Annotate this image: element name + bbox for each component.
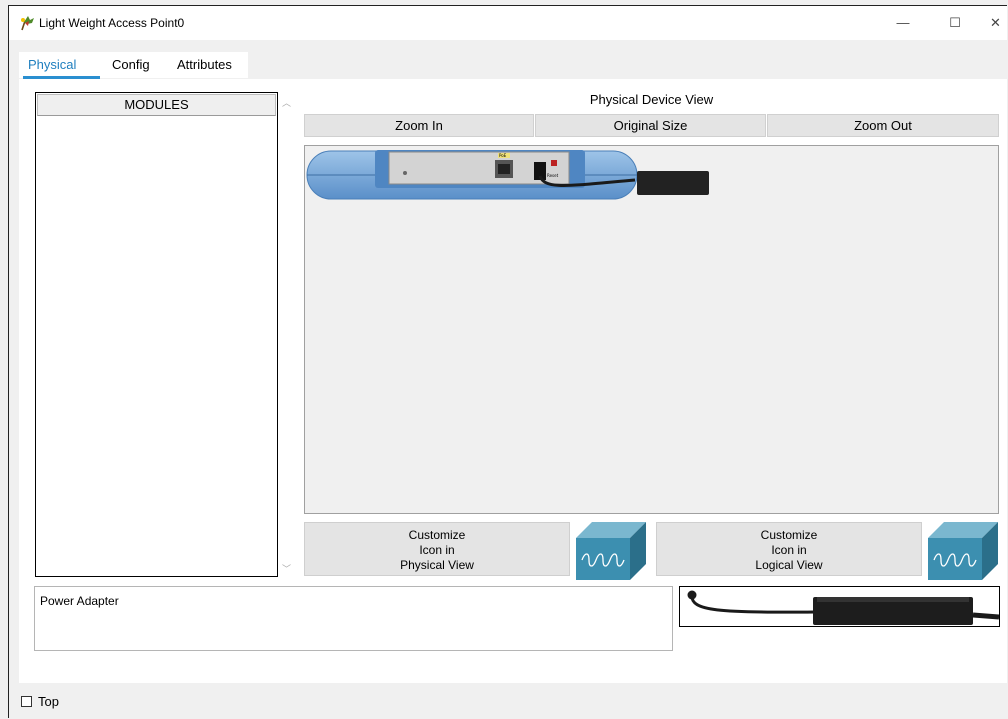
tab-bar: Physical Config Attributes: [19, 52, 248, 79]
window-title: Light Weight Access Point0: [39, 16, 185, 30]
reset-button-label: Reset: [547, 173, 559, 178]
module-description-text: Power Adapter: [40, 594, 119, 608]
physical-device-view-title: Physical Device View: [589, 92, 714, 107]
top-checkbox-label: Top: [38, 694, 59, 709]
modules-header: MODULES: [37, 94, 276, 116]
access-point-icon: [576, 522, 646, 580]
close-button[interactable]: ✕: [984, 10, 1007, 36]
original-size-button[interactable]: Original Size: [535, 114, 766, 137]
physical-device-canvas[interactable]: PoE Reset: [304, 145, 999, 514]
scroll-up-icon[interactable]: ︿: [282, 96, 291, 109]
customize-logical-icon-button[interactable]: Customize Icon in Logical View: [656, 522, 922, 576]
access-point-app-icon: [19, 15, 35, 31]
minimize-button[interactable]: —: [880, 10, 926, 36]
scroll-down-icon[interactable]: ﹀: [282, 562, 291, 575]
power-adapter-image: [687, 590, 999, 625]
top-checkbox[interactable]: [21, 696, 32, 707]
module-preview-image: [679, 586, 1000, 627]
tab-config[interactable]: Config: [112, 57, 150, 72]
customize-physical-icon-button[interactable]: Customize Icon in Physical View: [304, 522, 570, 576]
poe-port-label: PoE: [499, 153, 507, 158]
maximize-button[interactable]: ☐: [932, 10, 978, 36]
access-point-device-image: PoE Reset: [306, 150, 709, 200]
zoom-in-button[interactable]: Zoom In: [304, 114, 534, 137]
module-description-box: Power Adapter: [34, 586, 673, 651]
access-point-icon: [928, 522, 998, 580]
tab-attributes[interactable]: Attributes: [177, 57, 232, 72]
title-bar: Light Weight Access Point0 — ☐ ✕: [9, 6, 1007, 40]
zoom-toolbar: Zoom In Original Size Zoom Out: [304, 114, 999, 137]
modules-list[interactable]: MODULES: [35, 92, 278, 577]
modules-scrollbar[interactable]: ︿ ﹀: [279, 92, 294, 577]
tab-physical[interactable]: Physical: [28, 57, 76, 72]
zoom-out-button[interactable]: Zoom Out: [767, 114, 999, 137]
